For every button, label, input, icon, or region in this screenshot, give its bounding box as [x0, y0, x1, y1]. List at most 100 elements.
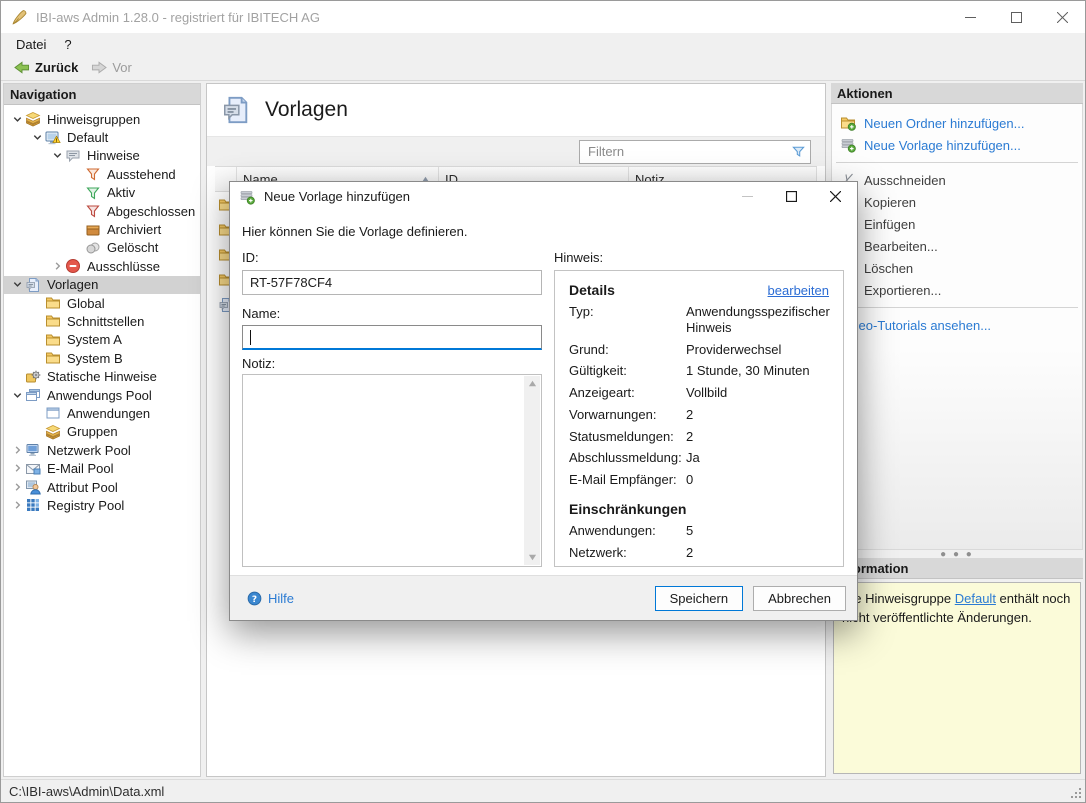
- help-link[interactable]: ? Hilfe: [247, 591, 294, 606]
- action-bearbeiten[interactable]: Bearbeiten...: [832, 235, 1082, 257]
- sidebar-item-archiviert[interactable]: Archiviert: [4, 220, 200, 238]
- chevron-down-icon[interactable]: [10, 113, 25, 126]
- separator: [836, 307, 1078, 308]
- filter-funnel-icon[interactable]: [791, 144, 806, 159]
- sidebar-item-system-b[interactable]: System B: [4, 349, 200, 367]
- sidebar-item-label: Schnittstellen: [67, 314, 144, 329]
- help-label: Hilfe: [268, 591, 294, 606]
- exclude-circle-icon: [65, 258, 81, 274]
- action-label: Löschen: [864, 261, 913, 276]
- sidebar-item-abgeschlossen[interactable]: Abgeschlossen: [4, 202, 200, 220]
- chevron-down-icon[interactable]: [10, 278, 25, 291]
- notiz-label: Notiz:: [242, 356, 275, 371]
- sidebar-item-anwendungen[interactable]: Anwendungen: [4, 404, 200, 422]
- sidebar-item-vorlagen[interactable]: Vorlagen: [4, 276, 200, 294]
- action-label: Exportieren...: [864, 283, 941, 298]
- sidebar-item-gelöscht[interactable]: Gelöscht: [4, 239, 200, 257]
- action-neuen-ordner-hinzufügen[interactable]: Neuen Ordner hinzufügen...: [832, 112, 1082, 134]
- help-icon: ?: [247, 591, 262, 606]
- dialog-close-button[interactable]: [813, 182, 857, 211]
- sidebar-item-attribut-pool[interactable]: Attribut Pool: [4, 478, 200, 496]
- resize-grip[interactable]: [1070, 787, 1083, 800]
- action-video-tutorials[interactable]: Video-Tutorials ansehen...: [832, 314, 1082, 336]
- chevron-right-icon[interactable]: [10, 462, 25, 475]
- default-group-link[interactable]: Default: [955, 591, 996, 606]
- name-field[interactable]: [242, 325, 542, 350]
- sidebar-item-label: E-Mail Pool: [47, 461, 113, 476]
- maximize-button[interactable]: [993, 1, 1039, 33]
- sidebar-item-system-a[interactable]: System A: [4, 331, 200, 349]
- chevron-right-icon[interactable]: [50, 260, 65, 273]
- new-template-dialog: Neue Vorlage hinzufügen Hier können Sie …: [229, 181, 858, 621]
- id-value: RT-57F78CF4: [250, 275, 332, 290]
- sidebar-item-statische-hinweise[interactable]: Statische Hinweise: [4, 367, 200, 385]
- sidebar-item-registry-pool[interactable]: Registry Pool: [4, 496, 200, 514]
- expander-spacer: [70, 205, 85, 218]
- scroll-up-icon[interactable]: [528, 379, 537, 388]
- sidebar-item-anwendungs-pool[interactable]: Anwendungs Pool: [4, 386, 200, 404]
- chevron-down-icon[interactable]: [50, 149, 65, 162]
- cancel-button[interactable]: Abbrechen: [753, 586, 846, 611]
- detail-value: 2: [686, 429, 829, 445]
- sidebar-item-global[interactable]: Global: [4, 294, 200, 312]
- action-label: Kopieren: [864, 195, 916, 210]
- scroll-down-icon[interactable]: [528, 553, 537, 562]
- sidebar-item-ausstehend[interactable]: Ausstehend: [4, 165, 200, 183]
- action-kopieren[interactable]: Kopieren: [832, 191, 1082, 213]
- menubar: Datei?: [1, 33, 1085, 55]
- sidebar-item-e-mail-pool[interactable]: E-Mail Pool: [4, 459, 200, 477]
- information-box: Die Hinweisgruppe Default enthält noch n…: [833, 582, 1081, 774]
- notiz-scrollbar[interactable]: [524, 376, 540, 565]
- action-einfügen[interactable]: Einfügen: [832, 213, 1082, 235]
- action-löschen[interactable]: Löschen: [832, 257, 1082, 279]
- action-neue-vorlage-hinzufügen[interactable]: Neue Vorlage hinzufügen...: [832, 134, 1082, 156]
- sidebar-item-schnittstellen[interactable]: Schnittstellen: [4, 312, 200, 330]
- notiz-field[interactable]: [242, 374, 542, 567]
- back-button[interactable]: Zurück: [7, 58, 84, 77]
- expander-spacer: [30, 407, 45, 420]
- sidebar-item-default[interactable]: Default: [4, 128, 200, 146]
- app-windows-icon: [25, 387, 41, 403]
- chevron-right-icon[interactable]: [10, 499, 25, 512]
- forward-button: Vor: [84, 58, 138, 77]
- hinweis-details-box: Details bearbeiten Typ:Anwendungsspezifi…: [554, 270, 844, 567]
- separator: [836, 162, 1078, 163]
- network-computer-icon: [25, 442, 41, 458]
- menu-item-datei[interactable]: Datei: [7, 35, 55, 54]
- close-button[interactable]: [1039, 1, 1085, 33]
- minimize-button[interactable]: [947, 1, 993, 33]
- dialog-subtitle: Hier können Sie die Vorlage definieren.: [242, 224, 467, 239]
- filter-input[interactable]: [588, 144, 791, 159]
- sidebar-item-hinweisgruppen[interactable]: Hinweisgruppen: [4, 110, 200, 128]
- save-button[interactable]: Speichern: [655, 586, 744, 611]
- right-panel: Aktionen Neuen Ordner hinzufügen...Neue …: [831, 83, 1083, 777]
- detail-value: Providerwechsel: [686, 342, 829, 358]
- sidebar-item-aktiv[interactable]: Aktiv: [4, 184, 200, 202]
- detail-row: E-Mail Empfänger:0: [569, 472, 829, 488]
- action-label: Einfügen: [864, 217, 915, 232]
- panel-splitter[interactable]: ● ● ●: [831, 550, 1083, 558]
- chevron-down-icon[interactable]: [30, 131, 45, 144]
- bearbeiten-link[interactable]: bearbeiten: [768, 283, 829, 298]
- sidebar-item-netzwerk-pool[interactable]: Netzwerk Pool: [4, 441, 200, 459]
- menu-item-help[interactable]: ?: [55, 35, 80, 54]
- action-ausschneiden[interactable]: Ausschneiden: [832, 169, 1082, 191]
- chevron-right-icon[interactable]: [10, 481, 25, 494]
- id-field[interactable]: RT-57F78CF4: [242, 270, 542, 295]
- sidebar-item-label: Ausschlüsse: [87, 259, 160, 274]
- action-label: Neuen Ordner hinzufügen...: [864, 116, 1024, 131]
- sidebar-item-label: Attribut Pool: [47, 480, 118, 495]
- sidebar-item-hinweise[interactable]: Hinweise: [4, 147, 200, 165]
- sidebar-item-label: Netzwerk Pool: [47, 443, 131, 458]
- sidebar-item-gruppen[interactable]: Gruppen: [4, 423, 200, 441]
- forward-label: Vor: [112, 60, 132, 75]
- chevron-right-icon[interactable]: [10, 444, 25, 457]
- expander-spacer: [70, 186, 85, 199]
- detail-key: E-Mail Empfänger:: [569, 472, 686, 488]
- expander-spacer: [70, 223, 85, 236]
- dialog-minimize-button: [725, 182, 769, 211]
- sidebar-item-ausschlüsse[interactable]: Ausschlüsse: [4, 257, 200, 275]
- action-exportieren[interactable]: Exportieren...: [832, 279, 1082, 301]
- dialog-maximize-button[interactable]: [769, 182, 813, 211]
- chevron-down-icon[interactable]: [10, 389, 25, 402]
